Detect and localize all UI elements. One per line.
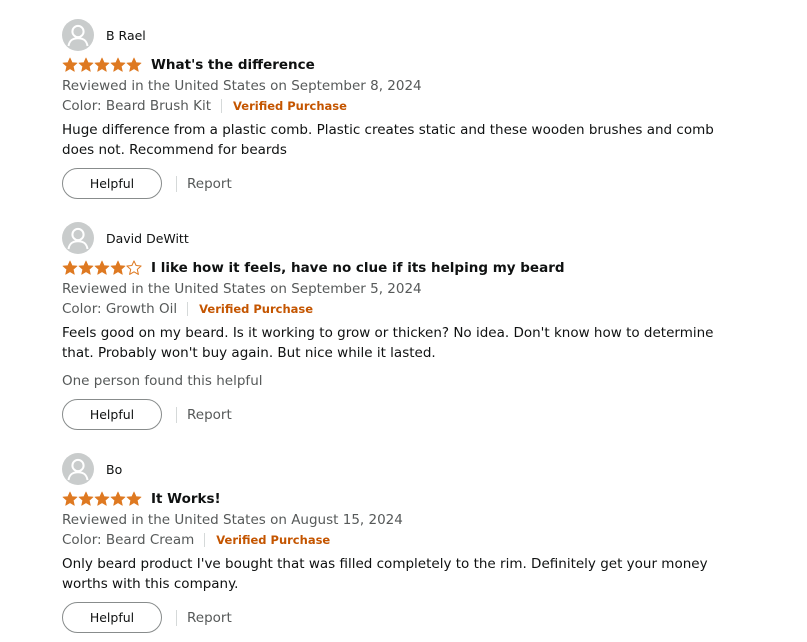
- star-rating[interactable]: [62, 260, 142, 276]
- person-silhouette-icon: [62, 19, 94, 51]
- review-title[interactable]: What's the difference: [151, 57, 315, 73]
- report-link[interactable]: Report: [187, 176, 232, 192]
- star-filled-icon: [78, 491, 94, 506]
- helpful-count: One person found this helpful: [62, 373, 263, 389]
- review-date: Reviewed in the United States on August …: [62, 512, 403, 528]
- star-filled-icon: [94, 260, 110, 275]
- star-filled-icon: [110, 491, 126, 506]
- helpful-button[interactable]: Helpful: [62, 399, 162, 430]
- star-rating[interactable]: [62, 57, 142, 73]
- person-silhouette-icon: [62, 453, 94, 485]
- review-date: Reviewed in the United States on Septemb…: [62, 281, 422, 297]
- star-filled-icon: [94, 57, 110, 72]
- review-body: Huge difference from a plastic comb. Pla…: [62, 122, 714, 158]
- star-filled-icon: [62, 491, 78, 506]
- star-empty-icon: [126, 260, 142, 275]
- star-rating[interactable]: [62, 491, 142, 507]
- product-variant[interactable]: Color: Beard Cream: [62, 530, 194, 550]
- divider: [176, 609, 177, 626]
- reviewer-name[interactable]: David DeWitt: [106, 231, 189, 246]
- review-title[interactable]: I like how it feels, have no clue if its…: [151, 260, 565, 276]
- reviewer-profile[interactable]: B Rael: [62, 19, 146, 51]
- star-filled-icon: [126, 57, 142, 72]
- star-filled-icon: [78, 57, 94, 72]
- review-date: Reviewed in the United States on Septemb…: [62, 78, 422, 94]
- product-variant[interactable]: Color: Growth Oil: [62, 299, 177, 319]
- star-filled-icon: [78, 260, 94, 275]
- helpful-button[interactable]: Helpful: [62, 168, 162, 199]
- review-title[interactable]: It Works!: [151, 491, 221, 507]
- verified-purchase-badge[interactable]: Verified Purchase: [216, 530, 330, 550]
- review-body: Only beard product I've bought that was …: [62, 556, 708, 592]
- verified-purchase-badge[interactable]: Verified Purchase: [233, 96, 347, 116]
- star-filled-icon: [62, 260, 78, 275]
- divider: [176, 175, 177, 192]
- divider: [176, 406, 177, 423]
- divider: [187, 302, 189, 316]
- reviewer-name[interactable]: B Rael: [106, 28, 146, 43]
- report-link[interactable]: Report: [187, 610, 232, 626]
- helpful-button[interactable]: Helpful: [62, 602, 162, 633]
- divider: [204, 533, 206, 547]
- reviewer-profile[interactable]: David DeWitt: [62, 222, 189, 254]
- star-filled-icon: [62, 57, 78, 72]
- star-filled-icon: [110, 57, 126, 72]
- star-filled-icon: [110, 260, 126, 275]
- reviewer-name[interactable]: Bo: [106, 462, 122, 477]
- verified-purchase-badge[interactable]: Verified Purchase: [199, 299, 313, 319]
- star-filled-icon: [126, 491, 142, 506]
- review-body: Feels good on my beard. Is it working to…: [62, 325, 714, 361]
- product-variant[interactable]: Color: Beard Brush Kit: [62, 96, 211, 116]
- divider: [221, 99, 223, 113]
- person-silhouette-icon: [62, 222, 94, 254]
- report-link[interactable]: Report: [187, 407, 232, 423]
- star-filled-icon: [94, 491, 110, 506]
- reviewer-profile[interactable]: Bo: [62, 453, 122, 485]
